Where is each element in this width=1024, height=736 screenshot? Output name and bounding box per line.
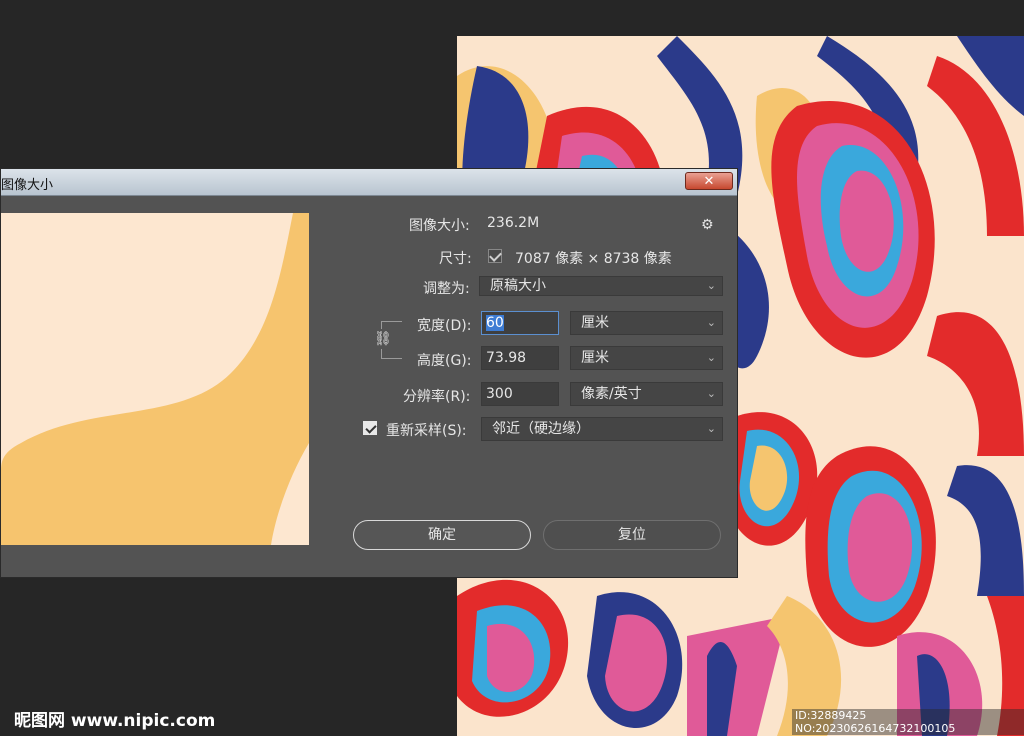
dimensions-value: 7087 像素 × 8738 像素 xyxy=(515,251,672,267)
chevron-down-icon: ⌄ xyxy=(706,387,716,400)
height-unit-value: 厘米 xyxy=(581,350,609,366)
chevron-down-icon: ⌄ xyxy=(706,351,716,364)
site-watermark: 昵图网 www.nipic.com xyxy=(14,711,216,731)
image-preview[interactable] xyxy=(1,213,309,545)
ok-button-label: 确定 xyxy=(428,527,456,543)
resample-method-value: 邻近（硬边缘） xyxy=(492,421,590,437)
resample-checkbox[interactable] xyxy=(363,421,377,435)
resolution-unit-select[interactable]: 像素/英寸 ⌄ xyxy=(570,382,723,406)
fit-to-value: 原稿大小 xyxy=(490,278,546,294)
width-label: 宽度(D): xyxy=(417,318,472,334)
chain-link-icon[interactable]: ⛓ xyxy=(374,329,392,349)
resolution-label: 分辨率(R): xyxy=(403,389,471,405)
height-label: 高度(G): xyxy=(417,353,472,369)
resolution-unit-value: 像素/英寸 xyxy=(581,386,642,402)
height-unit-select[interactable]: 厘米 ⌄ xyxy=(570,346,723,370)
chevron-down-icon: ⌄ xyxy=(706,316,716,329)
image-size-value: 236.2M xyxy=(487,215,540,231)
image-id-text: ID:32889425 NO:20230626164732100105 xyxy=(792,709,1024,735)
chevron-down-icon: ⌄ xyxy=(706,279,716,292)
resample-method-select[interactable]: 邻近（硬边缘） ⌄ xyxy=(481,417,723,441)
fit-to-label: 调整为: xyxy=(423,281,470,297)
fit-to-select[interactable]: 原稿大小 ⌄ xyxy=(479,276,723,296)
ok-button[interactable]: 确定 xyxy=(353,520,531,550)
dialog-titlebar[interactable]: 图像大小 ✕ xyxy=(1,169,737,196)
dialog-title: 图像大小 xyxy=(1,178,54,193)
width-value: 60 xyxy=(486,315,504,331)
reset-button[interactable]: 复位 xyxy=(543,520,721,550)
chevron-down-icon: ⌄ xyxy=(706,422,716,435)
close-button[interactable]: ✕ xyxy=(685,172,733,190)
width-unit-value: 厘米 xyxy=(581,315,609,331)
close-icon: ✕ xyxy=(703,174,715,189)
height-input[interactable]: 73.98 xyxy=(481,346,559,370)
gear-icon[interactable]: ⚙ xyxy=(701,217,714,233)
dimensions-label: 尺寸: xyxy=(439,251,472,267)
resolution-input[interactable]: 300 xyxy=(481,382,559,406)
image-size-dialog: 图像大小 ✕ 图像大小: 236.2M ⚙ 尺寸: 7087 像素 × 8738… xyxy=(0,168,738,578)
width-input[interactable]: 60 xyxy=(481,311,559,335)
reset-button-label: 复位 xyxy=(618,527,646,543)
width-unit-select[interactable]: 厘米 ⌄ xyxy=(570,311,723,335)
image-size-label: 图像大小: xyxy=(409,218,470,234)
resample-label: 重新采样(S): xyxy=(386,423,467,439)
height-value: 73.98 xyxy=(486,350,527,366)
resolution-value: 300 xyxy=(486,386,513,402)
dimensions-dropdown-toggle[interactable] xyxy=(488,249,502,263)
